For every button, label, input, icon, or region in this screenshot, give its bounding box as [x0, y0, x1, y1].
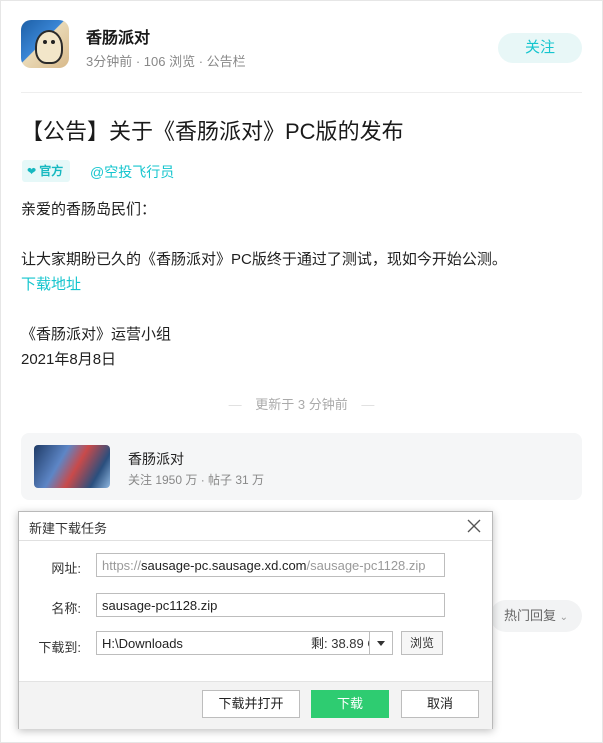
url-label: 网址: — [51, 561, 81, 576]
new-download-dialog: 新建下载任务 网址: https://sausage-pc.sausage.xd… — [18, 511, 493, 729]
save-to-label: 下载到: — [38, 640, 81, 655]
post-title: 【公告】关于《香肠派对》PC版的发布 — [21, 119, 404, 144]
post-date: 2021年8月8日 — [21, 351, 117, 368]
mascot-eye-icon — [51, 40, 55, 44]
app-card[interactable]: 香肠派对 关注 1950 万 · 帖子 31 万 — [21, 433, 582, 500]
name-label: 名称: — [51, 601, 81, 616]
close-glyph — [467, 519, 481, 533]
mascot-eye-icon — [43, 40, 47, 44]
dialog-body: 网址: https://sausage-pc.sausage.xd.com/sa… — [19, 540, 492, 682]
save-path-dropdown-button[interactable] — [369, 631, 393, 655]
updated-label: 更新于 3 分钟前 — [255, 397, 348, 412]
url-host: sausage-pc.sausage.xd.com — [141, 558, 307, 573]
dialog-titlebar[interactable]: 新建下载任务 — [19, 512, 492, 540]
heart-icon: ❤ — [27, 166, 37, 178]
url-field[interactable]: https://sausage-pc.sausage.xd.com/sausag… — [96, 553, 445, 577]
author-link[interactable]: @空投飞行员 — [90, 162, 174, 182]
dropdown-arrow-icon — [377, 641, 385, 646]
post-signature: 《香肠派对》运营小组 — [21, 326, 172, 343]
download-and-open-button[interactable]: 下载并打开 — [202, 690, 300, 718]
post-paragraph: 让大家期盼已久的《香肠派对》PC版终于通过了测试，现如今开始公测。 — [21, 251, 507, 268]
save-path-value: H:\Downloads — [102, 636, 183, 651]
sort-label: 热门回复 — [503, 608, 556, 623]
app-name[interactable]: 香肠派对 — [86, 24, 150, 48]
filename-field[interactable]: sausage-pc1128.zip — [96, 593, 445, 617]
dialog-footer: 下载并打开 下载 取消 — [19, 681, 492, 729]
url-prefix: https:// — [102, 558, 142, 573]
post-meta: 3分钟前 · 106 浏览 · 公告栏 — [86, 54, 246, 69]
chevron-down-icon: ⌄ — [559, 612, 569, 623]
app-card-thumbnail — [34, 445, 110, 488]
dialog-title: 新建下载任务 — [29, 521, 108, 536]
app-card-stats: 关注 1950 万 · 帖子 31 万 — [128, 473, 265, 487]
post-greeting: 亲爱的香肠岛民们： — [21, 201, 157, 218]
dash-left: — — [228, 397, 242, 412]
close-icon[interactable] — [462, 514, 486, 538]
sort-dropdown[interactable]: 热门回复 ⌄ — [490, 600, 582, 632]
browse-button[interactable]: 浏览 — [401, 631, 443, 655]
official-badge-label: 官方 — [39, 164, 64, 178]
download-link[interactable]: 下载地址 — [21, 273, 81, 294]
header-divider — [21, 92, 582, 93]
app-icon[interactable] — [21, 20, 69, 68]
dash-right: — — [361, 397, 375, 412]
official-badge: ❤ 官方 — [22, 160, 71, 182]
updated-time: — 更新于 3 分钟前 — — [0, 394, 603, 413]
cancel-button[interactable]: 取消 — [401, 690, 479, 718]
save-path-field[interactable]: H:\Downloads 剩: 38.89 GB — [96, 631, 390, 655]
url-path: /sausage-pc1128.zip — [306, 558, 426, 573]
download-button[interactable]: 下载 — [311, 690, 389, 718]
sausage-mascot-icon — [35, 30, 63, 64]
follow-button[interactable]: 关注 — [498, 33, 582, 63]
app-card-name: 香肠派对 — [128, 451, 184, 467]
